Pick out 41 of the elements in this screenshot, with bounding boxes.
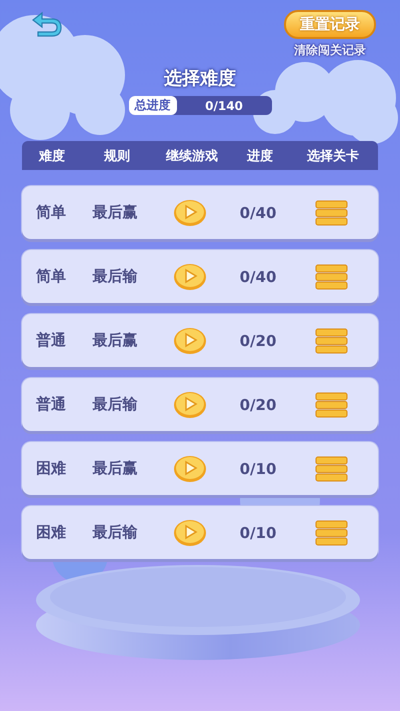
back-icon[interactable] — [30, 10, 64, 38]
total-progress-label: 总进度 — [128, 96, 176, 115]
progress-cell-text: 0/10 — [238, 524, 278, 542]
rule-cell-text: 最后赢 — [92, 203, 138, 222]
level-list-icon[interactable] — [314, 264, 348, 290]
play-icon[interactable] — [173, 326, 207, 354]
rule-cell-text: 最后输 — [92, 395, 138, 414]
level-list-icon[interactable] — [314, 328, 348, 354]
reset-button[interactable]: 重置记录 — [284, 10, 376, 39]
column-header: 规则 — [102, 148, 131, 164]
progress-cell-text: 0/40 — [238, 204, 278, 222]
column-header: 难度 — [38, 148, 66, 164]
progress-cell-text: 0/10 — [238, 460, 278, 478]
progress-cell-text: 0/20 — [238, 332, 278, 350]
progress-cell-text: 0/40 — [238, 268, 278, 286]
column-header: 进度 — [246, 148, 274, 164]
level-list-icon[interactable] — [314, 200, 348, 226]
difficulty-cell-text: 简单 — [35, 203, 67, 222]
play-icon[interactable] — [173, 518, 207, 546]
level-list-icon[interactable] — [314, 392, 348, 418]
total-progress-value: 0/140 — [204, 98, 244, 112]
difficulty-cell-text: 困难 — [35, 459, 67, 478]
level-list-icon[interactable] — [314, 520, 348, 546]
rule-cell-text: 最后赢 — [92, 459, 138, 478]
rule-cell-text: 最后输 — [92, 523, 138, 542]
difficulty-cell-text: 普通 — [35, 331, 67, 350]
column-header: 选择关卡 — [306, 148, 360, 164]
page-title: 选择难度 — [164, 67, 236, 90]
progress-cell-text: 0/20 — [238, 396, 278, 414]
play-icon[interactable] — [173, 390, 207, 418]
play-icon[interactable] — [173, 262, 207, 290]
difficulty-cell-text: 普通 — [35, 395, 67, 414]
column-header: 继续游戏 — [164, 148, 219, 164]
difficulty-cell-text: 简单 — [35, 267, 67, 286]
play-icon[interactable] — [173, 454, 207, 482]
reset-hint: 清除闯关记录 — [294, 42, 366, 59]
rule-cell-text: 最后赢 — [92, 331, 138, 350]
rule-cell-text: 最后输 — [92, 267, 138, 286]
level-list-icon[interactable] — [314, 456, 348, 482]
difficulty-cell-text: 困难 — [35, 523, 67, 542]
play-icon[interactable] — [173, 198, 207, 226]
